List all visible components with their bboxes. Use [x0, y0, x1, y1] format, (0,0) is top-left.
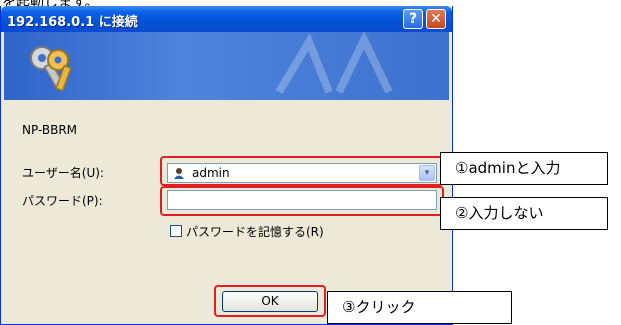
close-button[interactable]: ✕ — [426, 9, 446, 29]
callout-step2: ②入力しない — [440, 197, 608, 230]
remember-password-label[interactable]: パスワードを記憶する(R) — [186, 223, 324, 240]
username-label: ユーザー名(U): — [22, 166, 104, 180]
banner-decoration-icon — [275, 32, 393, 95]
password-label: パスワード(P): — [22, 194, 103, 208]
help-button[interactable]: ? — [403, 9, 423, 29]
callout-step3: ③クリック — [327, 291, 512, 324]
keys-icon — [30, 46, 72, 92]
remember-password-checkbox[interactable] — [170, 225, 182, 237]
realm-text: NP-BBRM — [22, 123, 78, 137]
callout-step1: ①adminと入力 — [440, 152, 608, 185]
dialog-banner — [4, 32, 449, 100]
highlight-ok — [214, 285, 326, 317]
highlight-password — [160, 186, 444, 216]
highlight-username — [160, 156, 444, 186]
title-bar[interactable]: 192.168.0.1 に接続 ? ✕ — [1, 6, 452, 32]
dialog-title: 192.168.0.1 に接続 — [7, 15, 138, 30]
